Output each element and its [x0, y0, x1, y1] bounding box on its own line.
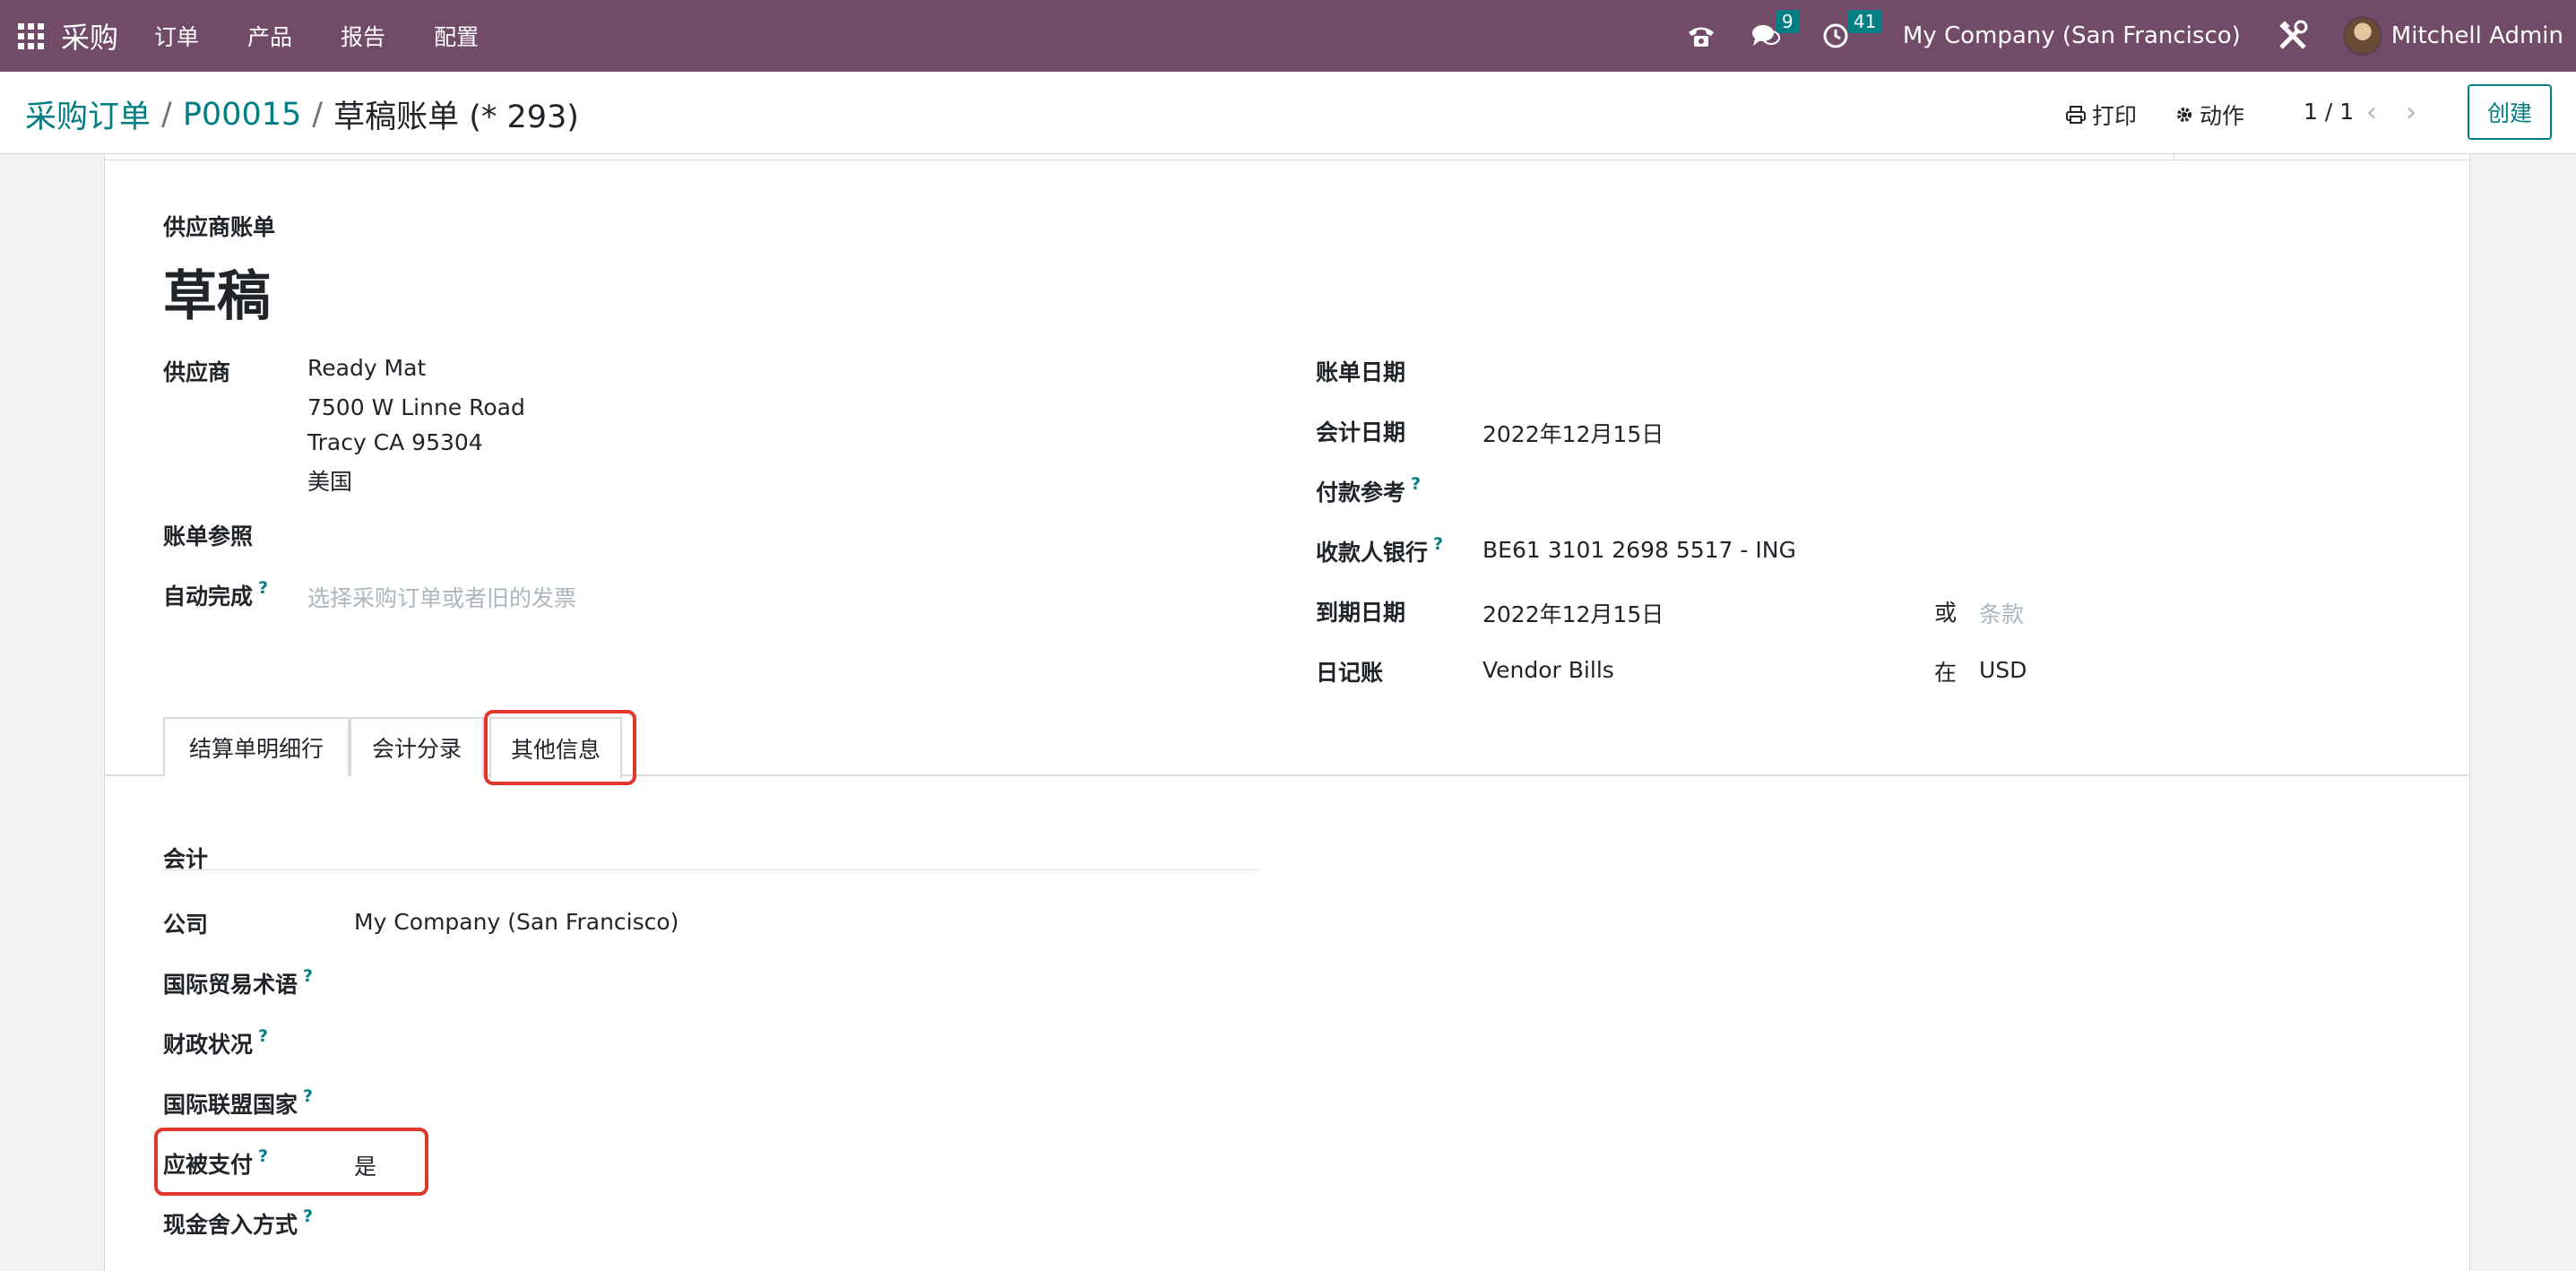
breadcrumb-current: 草稿账单 (* 293): [333, 99, 579, 135]
breadcrumb-purchase-orders[interactable]: 采购订单: [25, 91, 151, 137]
action-label: 动作: [2200, 103, 2245, 129]
menu-reporting[interactable]: 报告: [341, 20, 385, 52]
messages-icon[interactable]: 9: [1750, 10, 1800, 49]
messages-badge: 9: [1775, 10, 1800, 33]
vendor-name[interactable]: Ready Mat: [307, 355, 426, 381]
menu-products[interactable]: 产品: [247, 20, 292, 52]
group-divider: [163, 869, 1258, 870]
in-label: 在: [1934, 660, 1958, 686]
payment-reference-input[interactable]: [1482, 471, 2289, 507]
intrastat-country-label: 国际联盟国家?: [163, 1086, 314, 1118]
print-button[interactable]: 打印: [2065, 99, 2137, 131]
pager-next-icon[interactable]: ›: [2406, 97, 2416, 128]
journal-label: 日记账: [1316, 660, 1384, 686]
breadcrumb: 采购订单 / P00015 / 草稿账单 (* 293): [25, 91, 579, 137]
user-menu[interactable]: Mitchell Admin: [2391, 22, 2563, 49]
recipient-bank-label: 收款人银行?: [1316, 534, 1444, 566]
or-label: 或: [1934, 600, 1958, 626]
create-button[interactable]: 创建: [2468, 84, 2552, 140]
company-switcher[interactable]: My Company (San Francisco): [1903, 22, 2241, 49]
tab-invoice-lines[interactable]: 结算单明细行: [163, 717, 350, 776]
help-icon[interactable]: ?: [258, 1026, 268, 1046]
fiscal-position-input[interactable]: [354, 1023, 1250, 1059]
due-date-value[interactable]: 2022年12月15日: [1482, 597, 1664, 629]
bill-date-input[interactable]: [1482, 351, 2289, 387]
recipient-bank-value[interactable]: BE61 3101 2698 5517 - ING: [1482, 537, 1796, 563]
bill-reference-label: 账单参照: [163, 523, 254, 549]
activities-badge: 41: [1846, 10, 1883, 33]
fiscal-position-label: 财政状况?: [163, 1026, 269, 1058]
gear-icon: [2177, 108, 2191, 122]
bill-date-label: 账单日期: [1316, 359, 1406, 385]
breadcrumb-order[interactable]: P00015: [183, 97, 301, 133]
help-icon[interactable]: ?: [1411, 474, 1421, 494]
currency-value[interactable]: USD: [1979, 657, 2027, 683]
payment-reference-label: 付款参考?: [1316, 474, 1422, 506]
app-brand[interactable]: 采购: [61, 15, 118, 56]
debug-tools-icon[interactable]: [2277, 20, 2309, 52]
print-icon: [2066, 106, 2086, 124]
help-icon[interactable]: ?: [258, 1146, 268, 1166]
bill-reference-input[interactable]: [307, 514, 1204, 550]
top-navbar: 采购 订单 产品 报告 配置 9 41 My Company (San Fran…: [0, 0, 2576, 72]
pager-value[interactable]: 1 / 1: [2304, 99, 2354, 125]
accounting-date-label: 会计日期: [1316, 419, 1406, 445]
to-check-value[interactable]: 是: [354, 1149, 376, 1181]
print-label: 打印: [2092, 103, 2138, 129]
menu-configuration[interactable]: 配置: [434, 20, 479, 52]
activities-icon[interactable]: 41: [1822, 10, 1883, 49]
vendor-city: Tracy CA 95304: [307, 429, 483, 455]
intrastat-country-input[interactable]: [354, 1083, 1250, 1119]
user-avatar[interactable]: [2342, 16, 2382, 56]
menu-orders[interactable]: 订单: [154, 20, 199, 52]
pager-previous-icon[interactable]: ‹: [2366, 97, 2377, 128]
accounting-date-value[interactable]: 2022年12月15日: [1482, 417, 1664, 449]
tab-journal-items[interactable]: 会计分录: [350, 717, 484, 776]
cash-rounding-label: 现金舍入方式?: [163, 1206, 314, 1238]
document-type: 供应商账单: [163, 214, 276, 240]
company-label: 公司: [163, 912, 209, 938]
incoterm-input[interactable]: [354, 963, 1250, 999]
action-button[interactable]: 动作: [2174, 99, 2244, 131]
payment-terms-input[interactable]: 条款: [1979, 597, 2024, 629]
to-check-label: 应被支付?: [163, 1146, 269, 1178]
incoterm-label: 国际贸易术语?: [163, 966, 314, 998]
due-date-label: 到期日期: [1316, 600, 1406, 626]
breadcrumb-separator: /: [312, 96, 324, 133]
company-value[interactable]: My Company (San Francisco): [354, 909, 679, 935]
help-icon[interactable]: ?: [1433, 534, 1443, 554]
vendor-country: 美国: [307, 469, 353, 495]
help-icon[interactable]: ?: [303, 1206, 313, 1226]
vendor-label: 供应商: [163, 359, 231, 385]
document-title: 草稿: [163, 265, 271, 328]
help-icon[interactable]: ?: [303, 1086, 313, 1106]
phone-icon[interactable]: [1686, 22, 1716, 49]
help-icon[interactable]: ?: [303, 966, 313, 986]
apps-menu-icon[interactable]: [0, 0, 61, 72]
help-icon[interactable]: ?: [258, 578, 268, 598]
tab-other-info[interactable]: 其他信息: [489, 717, 622, 778]
autocomplete-label: 自动完成?: [163, 578, 269, 610]
control-panel: 采购订单 / P00015 / 草稿账单 (* 293) 打印 动作 1 / 1…: [0, 72, 2576, 154]
breadcrumb-separator: /: [161, 96, 172, 133]
cash-rounding-input[interactable]: [354, 1203, 1250, 1239]
journal-value[interactable]: Vendor Bills: [1482, 657, 1614, 683]
vendor-street: 7500 W Linne Road: [307, 394, 525, 420]
autocomplete-input[interactable]: 选择采购订单或者旧的发票: [307, 581, 576, 613]
